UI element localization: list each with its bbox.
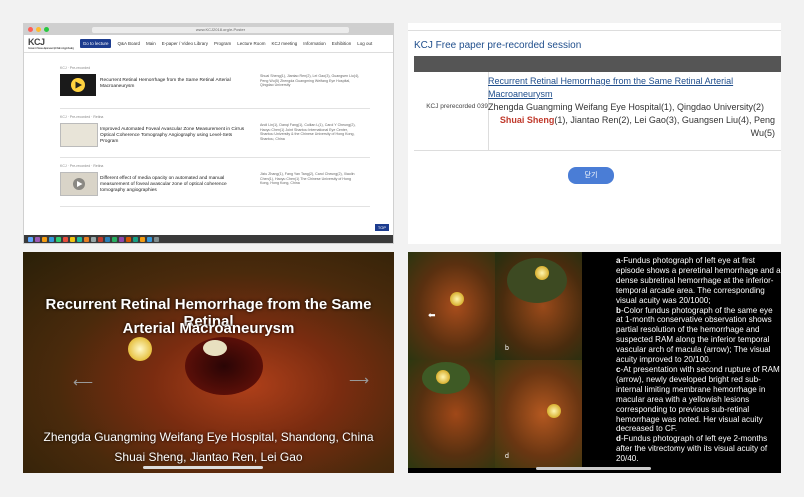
scroll-top-button[interactable]: TOP — [374, 224, 389, 231]
item-tag: KCJ · Pre-recorded · Retina — [60, 115, 104, 119]
item-tag: KCJ · Pre-recorded — [60, 66, 91, 70]
video-thumbnail[interactable] — [60, 74, 96, 96]
video-scrubber[interactable] — [536, 467, 651, 470]
other-authors: (1), Jiantao Ren(2), Lei Gao(3), Guangse… — [554, 115, 775, 138]
video-thumbnail[interactable] — [60, 172, 98, 196]
podcasts-icon[interactable] — [119, 236, 124, 242]
video-scrubber[interactable] — [143, 466, 263, 469]
session-detail-panel: KCJ Free paper pre-recorded session KCJ … — [408, 23, 781, 244]
siri-icon[interactable] — [35, 236, 40, 242]
nav-exhibition[interactable]: Exhibition — [332, 41, 352, 46]
video-authors: Shuai Sheng, Jiantao Ren, Lei Gao — [114, 450, 303, 464]
optic-disc — [436, 370, 450, 384]
session-title-link[interactable]: Recurrent Retinal Hemorrhage from the Sa… — [488, 76, 733, 99]
fundus-photo-b: b — [495, 252, 582, 360]
fundus-photo-d: d — [495, 360, 582, 468]
maximize-window-icon[interactable] — [44, 27, 49, 32]
arrow-right-icon: ⟶ — [349, 372, 370, 388]
nav-video-library[interactable]: E-paper / Video Library — [162, 41, 208, 46]
item-tag: KCJ · Pre-recorded · Retina — [60, 164, 104, 168]
nav-program[interactable]: Program — [214, 41, 231, 46]
mac-dock — [24, 235, 393, 243]
panel-label-d: d — [505, 453, 509, 460]
session-code: KCJ prerecorded 039 — [426, 103, 488, 110]
notes-icon[interactable] — [70, 236, 75, 242]
pages-icon[interactable] — [140, 236, 145, 242]
table-header-bar — [414, 56, 781, 72]
video-title-line-2: Arterial Macroaneurysm — [122, 320, 295, 337]
session-heading: KCJ Free paper pre-recorded session — [414, 40, 582, 51]
session-affiliation: Zhengda Guangming Weifang Eye Hospital(1… — [488, 102, 764, 112]
close-button[interactable]: 닫기 — [568, 167, 614, 184]
minimize-window-icon[interactable] — [36, 27, 41, 32]
numbers-icon[interactable] — [133, 236, 138, 242]
list-item[interactable]: KCJ · Pre-recorded · Retina Improved Aut… — [60, 113, 370, 158]
list-item[interactable]: KCJ · Pre-recorded · Retina Different ef… — [60, 162, 370, 207]
maps-icon[interactable] — [77, 236, 82, 242]
launchpad-icon[interactable] — [42, 236, 47, 242]
nav-lecture-room[interactable]: Lecture Room — [237, 41, 265, 46]
fundus-photo-a: ⬅ — [408, 252, 495, 360]
video-hospital: Zhengda Guangming Weifang Eye Hospital, … — [43, 430, 374, 444]
presenter-name: Shuai Sheng — [499, 115, 555, 125]
presentation-list: KCJ · Pre-recorded Recurrent Retinal Hem… — [60, 64, 370, 211]
optic-disc — [128, 337, 152, 361]
optic-disc — [450, 292, 464, 306]
video-title-frame[interactable]: Recurrent Retinal Hemorrhage from the Sa… — [23, 252, 394, 473]
go-to-lecture-button[interactable]: Go to lecture — [79, 39, 112, 48]
optic-disc — [535, 266, 549, 280]
item-authors: Jiziu Zhang(1), Fang Yan Tang(2), Carol … — [260, 172, 355, 186]
item-title[interactable]: Recurrent Retinal Hemorrhage from the Sa… — [100, 78, 250, 90]
music-icon[interactable] — [98, 236, 103, 242]
arrow-left-icon: ⟵ — [73, 374, 94, 390]
browser-screenshot: www.KCJ2018.org/e-Poster KCJ Korean-Chine… — [23, 23, 394, 244]
address-bar[interactable]: www.KCJ2018.org/e-Poster — [92, 26, 349, 33]
keynote-icon[interactable] — [147, 236, 152, 242]
poster-thumbnail[interactable] — [60, 123, 98, 147]
nav-qa-board[interactable]: Q&A Board — [117, 41, 140, 46]
facetime-icon[interactable] — [112, 236, 117, 242]
books-icon[interactable] — [126, 236, 131, 242]
nav-information[interactable]: Information — [303, 41, 326, 46]
hemorrhage-region — [507, 258, 567, 303]
item-authors: Shuai Sheng(1), Jiantao Ren(2), Lei Gao(… — [260, 74, 360, 88]
nav-main[interactable]: Main — [146, 41, 156, 46]
nav-kcj-meeting[interactable]: KCJ meeting — [272, 41, 298, 46]
fundus-photo-c — [408, 360, 495, 468]
figure-caption: a-Fundus photograph of left eye at first… — [616, 256, 781, 464]
item-title[interactable]: Improved Automated Foveal Avascular Zone… — [100, 127, 250, 145]
browser-toolbar: www.KCJ2018.org/e-Poster — [24, 24, 393, 35]
appstore-icon[interactable] — [105, 236, 110, 242]
fundus-figure-panel: ⬅ b d a-Fundus photograph of left eye at… — [408, 252, 781, 473]
play-icon — [71, 78, 85, 92]
divider — [414, 150, 781, 151]
play-icon — [73, 178, 85, 190]
list-item[interactable]: KCJ · Pre-recorded Recurrent Retinal Hem… — [60, 64, 370, 109]
close-window-icon[interactable] — [28, 27, 33, 32]
session-authors: Shuai Sheng(1), Jiantao Ren(2), Lei Gao(… — [488, 114, 775, 140]
item-title[interactable]: Different effect of media opacity on aut… — [100, 176, 250, 194]
site-navigation: KCJ Korean-Chinese-Japanese Ophthalmology… — [24, 35, 393, 53]
lesion-spot — [203, 340, 227, 356]
messages-icon[interactable] — [56, 236, 61, 242]
arrow-icon: ⬅ — [428, 310, 436, 320]
item-authors: Andi Lin(1), Danqi Fang(1), Cuilian L(1)… — [260, 123, 356, 141]
finder-icon[interactable] — [28, 236, 33, 242]
panel-label-b: b — [505, 345, 509, 352]
session-cell: Recurrent Retinal Hemorrhage from the Sa… — [488, 75, 775, 140]
photos-icon[interactable] — [84, 236, 89, 242]
settings-icon[interactable] — [91, 236, 96, 242]
kcj-logo[interactable]: KCJ Korean-Chinese-Japanese Ophthalmology… — [28, 37, 74, 50]
safari-icon[interactable] — [49, 236, 54, 242]
trash-icon[interactable] — [154, 236, 159, 242]
calendar-icon[interactable] — [63, 236, 68, 242]
optic-disc — [547, 404, 561, 418]
nav-logout[interactable]: Log out — [357, 41, 372, 46]
divider — [408, 23, 781, 31]
